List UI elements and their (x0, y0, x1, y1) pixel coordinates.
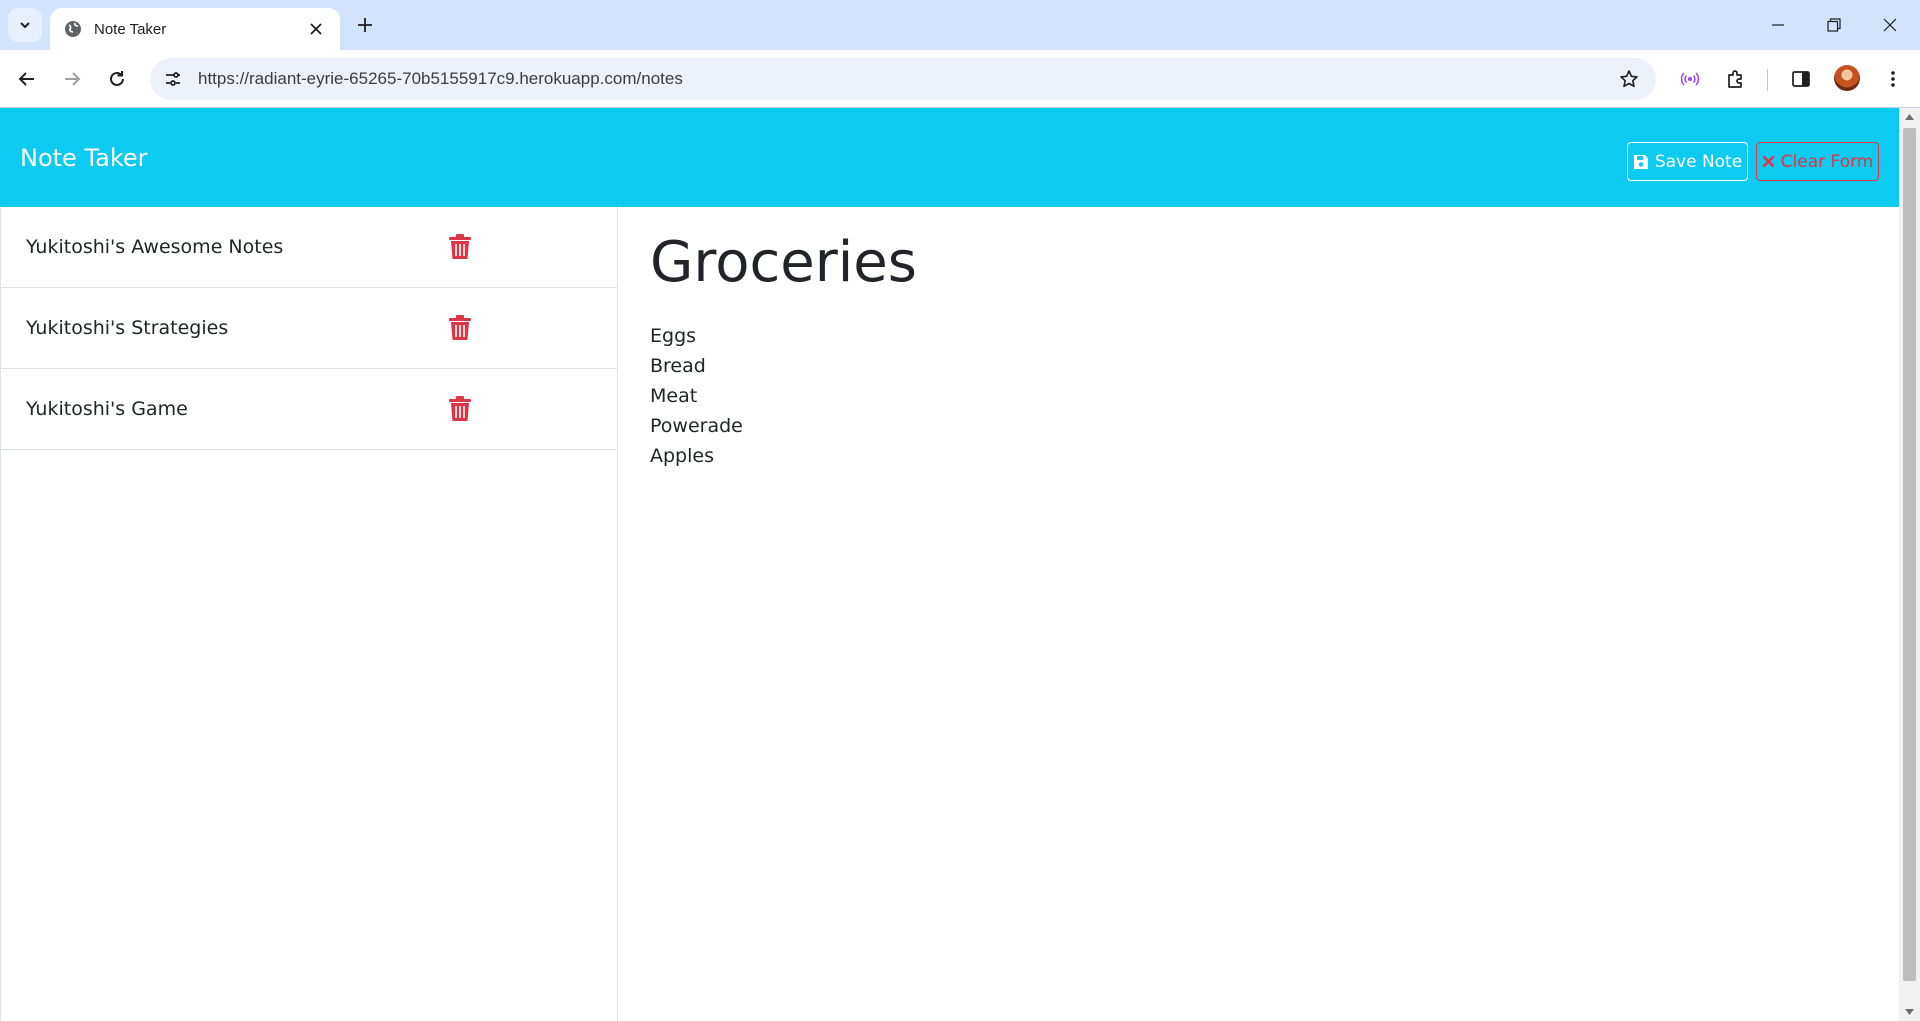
browser-tab-active[interactable]: Note Taker (50, 8, 340, 50)
puzzle-icon (1728, 70, 1742, 88)
trash-icon[interactable] (449, 234, 471, 260)
new-tab-button[interactable] (350, 10, 380, 40)
app-navbar: Note Taker Save Note Clear Form (0, 108, 1899, 207)
tab-close-button[interactable] (304, 17, 328, 41)
tab-title: Note Taker (94, 20, 167, 38)
clear-form-button[interactable]: Clear Form (1756, 142, 1879, 181)
bookmark-button[interactable] (1612, 62, 1646, 96)
browser-tabstrip: Note Taker (0, 0, 1920, 50)
url-text[interactable]: https://radiant-eyrie-65265-70b5155917c9… (198, 69, 1612, 89)
address-bar[interactable]: https://radiant-eyrie-65265-70b5155917c9… (150, 58, 1656, 100)
list-item[interactable]: Yukitoshi's Game (1, 369, 618, 450)
globe-icon (65, 21, 81, 37)
tab-search-button[interactable] (8, 8, 42, 42)
app-brand[interactable]: Note Taker (20, 144, 148, 172)
note-title[interactable]: Yukitoshi's Awesome Notes (26, 236, 283, 258)
forward-button[interactable] (55, 62, 89, 96)
arrow-left-icon (18, 72, 34, 86)
star-icon (1620, 70, 1638, 88)
triangle-down-icon (1905, 1009, 1914, 1015)
note-list: Yukitoshi's Awesome Notes Yukitoshi's St… (1, 207, 618, 450)
notes-sidebar: Yukitoshi's Awesome Notes Yukitoshi's St… (0, 207, 618, 1021)
restore-icon (1827, 18, 1841, 32)
side-panel-button[interactable] (1784, 62, 1818, 96)
note-title[interactable]: Yukitoshi's Strategies (26, 317, 228, 339)
trash-icon[interactable] (449, 396, 471, 422)
trash-icon[interactable] (449, 315, 471, 341)
close-icon (1883, 18, 1897, 32)
save-note-button[interactable]: Save Note (1627, 142, 1748, 181)
save-note-label: Save Note (1654, 151, 1743, 172)
minimize-icon (1772, 24, 1784, 26)
scrollbar-thumb[interactable] (1903, 128, 1916, 981)
more-vertical-icon (1891, 71, 1895, 87)
web-page: Note Taker Save Note Clear Form Yukitosh… (0, 108, 1899, 1021)
note-text-area[interactable]: Eggs Bread Meat Powerade Apples (650, 321, 743, 471)
side-panel-icon (1792, 71, 1810, 87)
page-scrollbar[interactable] (1899, 108, 1920, 1021)
chevron-down-icon (20, 22, 30, 29)
restore-button[interactable] (1806, 0, 1862, 50)
plus-icon (358, 18, 372, 32)
tune-icon (166, 72, 180, 86)
broadcast-extension-button[interactable] (1673, 62, 1707, 96)
minimize-button[interactable] (1750, 0, 1806, 50)
back-button[interactable] (10, 62, 44, 96)
broadcast-icon (1680, 72, 1700, 86)
extensions-button[interactable] (1719, 62, 1753, 96)
floppy-disk-icon (1633, 154, 1648, 169)
arrow-right-icon (65, 72, 81, 86)
note-editor: Groceries Eggs Bread Meat Powerade Apple… (618, 207, 1899, 1021)
reload-icon (110, 71, 124, 86)
list-item[interactable]: Yukitoshi's Strategies (1, 288, 618, 369)
reload-button[interactable] (100, 62, 134, 96)
browser-toolbar: https://radiant-eyrie-65265-70b5155917c9… (0, 50, 1920, 108)
close-window-button[interactable] (1862, 0, 1918, 50)
close-icon (1762, 155, 1775, 168)
triangle-up-icon (1905, 114, 1914, 120)
scroll-down-button[interactable] (1899, 1003, 1920, 1021)
list-item[interactable]: Yukitoshi's Awesome Notes (1, 207, 618, 288)
site-info-button[interactable] (158, 64, 188, 94)
scroll-up-button[interactable] (1899, 108, 1920, 126)
toolbar-divider (1767, 69, 1768, 91)
clear-form-label: Clear Form (1780, 151, 1874, 172)
profile-avatar[interactable] (1834, 65, 1860, 91)
close-icon (310, 23, 322, 35)
menu-button[interactable] (1876, 62, 1910, 96)
note-title-input[interactable]: Groceries (650, 231, 917, 295)
note-title[interactable]: Yukitoshi's Game (26, 398, 188, 420)
